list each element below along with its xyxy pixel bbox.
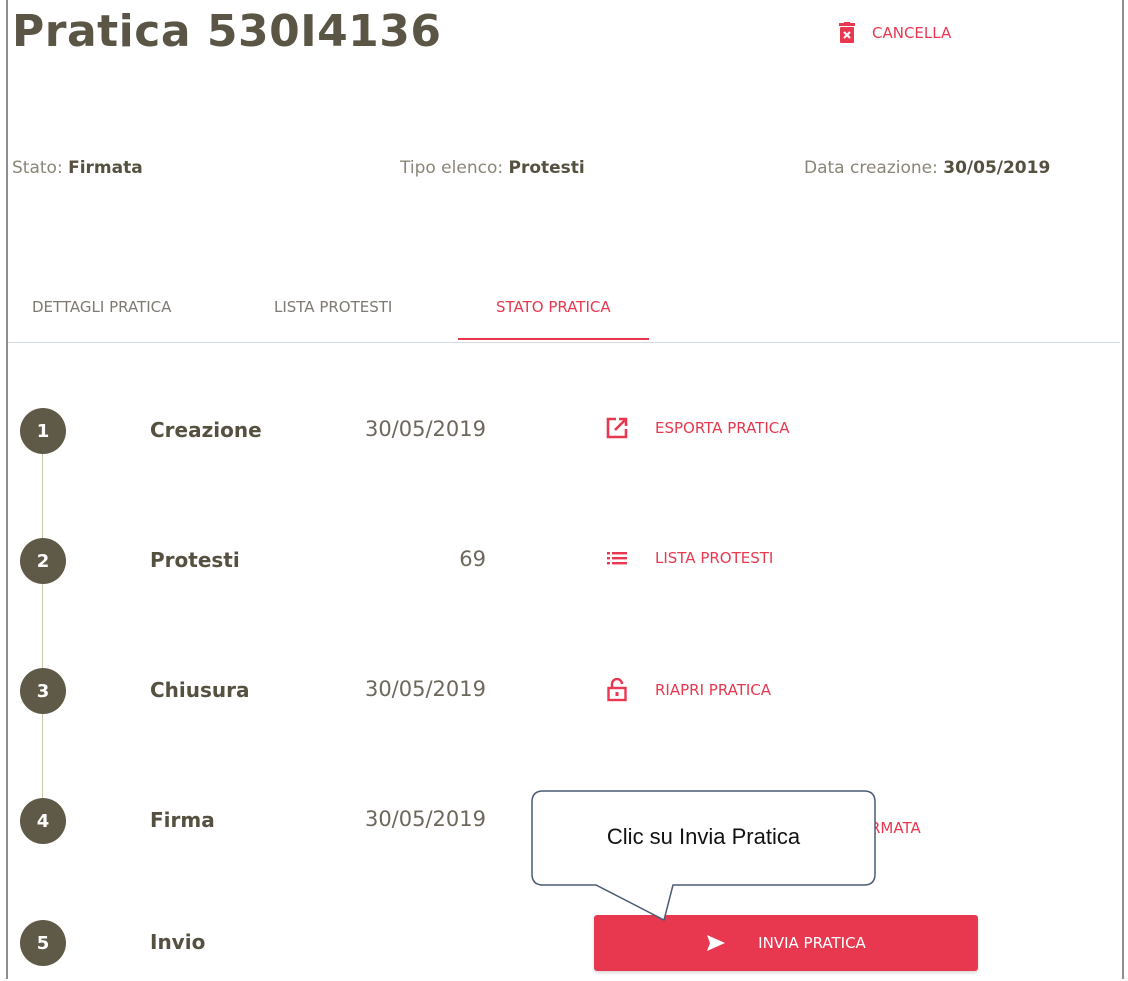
unlock-icon — [607, 678, 627, 702]
step-3-name: Chiusura — [150, 678, 250, 702]
send-label: INVIA PRATICA — [758, 934, 866, 952]
step-1-name: Creazione — [150, 418, 262, 442]
step-1-value: 30/05/2019 — [364, 417, 486, 441]
callout-text: Clic su Invia Pratica — [606, 824, 801, 849]
status-field: Stato: Firmata — [12, 158, 143, 178]
step-3-number: 3 — [20, 668, 66, 714]
export-label: ESPORTA PRATICA — [655, 419, 790, 437]
step-5-number: 5 — [20, 920, 66, 966]
cancel-label: CANCELLA — [872, 24, 952, 42]
list-type-value: Protesti — [508, 158, 585, 178]
step-4-number: 4 — [20, 798, 66, 844]
step-2-number: 2 — [20, 538, 66, 584]
callout-bubble — [531, 790, 876, 922]
signed-label: RMATA — [870, 819, 921, 837]
status-value: Firmata — [68, 158, 143, 178]
page-title: Pratica 530I4136 — [12, 6, 442, 57]
creation-date-label: Data creazione: — [804, 158, 938, 178]
steps-connector-line — [42, 430, 43, 810]
step-2-value: 69 — [459, 547, 486, 571]
creation-date-field: Data creazione: 30/05/2019 — [804, 158, 1050, 178]
step-4-value: 30/05/2019 — [364, 807, 486, 831]
step-4-name: Firma — [150, 808, 215, 832]
status-label: Stato: — [12, 158, 63, 178]
tab-dettagli-pratica[interactable]: DETTAGLI PRATICA — [32, 298, 171, 338]
step-2-name: Protesti — [150, 548, 240, 572]
reopen-button[interactable]: RIAPRI PRATICA — [605, 678, 771, 702]
list-type-label: Tipo elenco: — [400, 158, 504, 178]
send-icon — [707, 935, 726, 951]
step-3-value: 30/05/2019 — [364, 677, 486, 701]
tab-bar: DETTAGLI PRATICA LISTA PROTESTI STATO PR… — [8, 290, 1120, 343]
reopen-label: RIAPRI PRATICA — [655, 681, 772, 699]
list-protesti-button[interactable]: LISTA PROTESTI — [605, 546, 773, 570]
cancel-button[interactable]: CANCELLA — [838, 22, 951, 44]
tab-stato-pratica[interactable]: STATO PRATICA — [458, 298, 649, 340]
creation-date-value: 30/05/2019 — [943, 158, 1051, 178]
list-type-field: Tipo elenco: Protesti — [400, 158, 585, 178]
step-1-number: 1 — [20, 408, 66, 454]
tab-lista-protesti[interactable]: LISTA PROTESTI — [274, 298, 392, 338]
list-protesti-label: LISTA PROTESTI — [655, 549, 774, 567]
external-link-icon — [606, 417, 628, 439]
trash-icon — [839, 22, 855, 43]
step-5-name: Invio — [150, 930, 206, 954]
list-icon — [607, 552, 627, 565]
export-button[interactable]: ESPORTA PRATICA — [605, 416, 790, 440]
signed-link[interactable]: RMATA — [870, 819, 921, 837]
